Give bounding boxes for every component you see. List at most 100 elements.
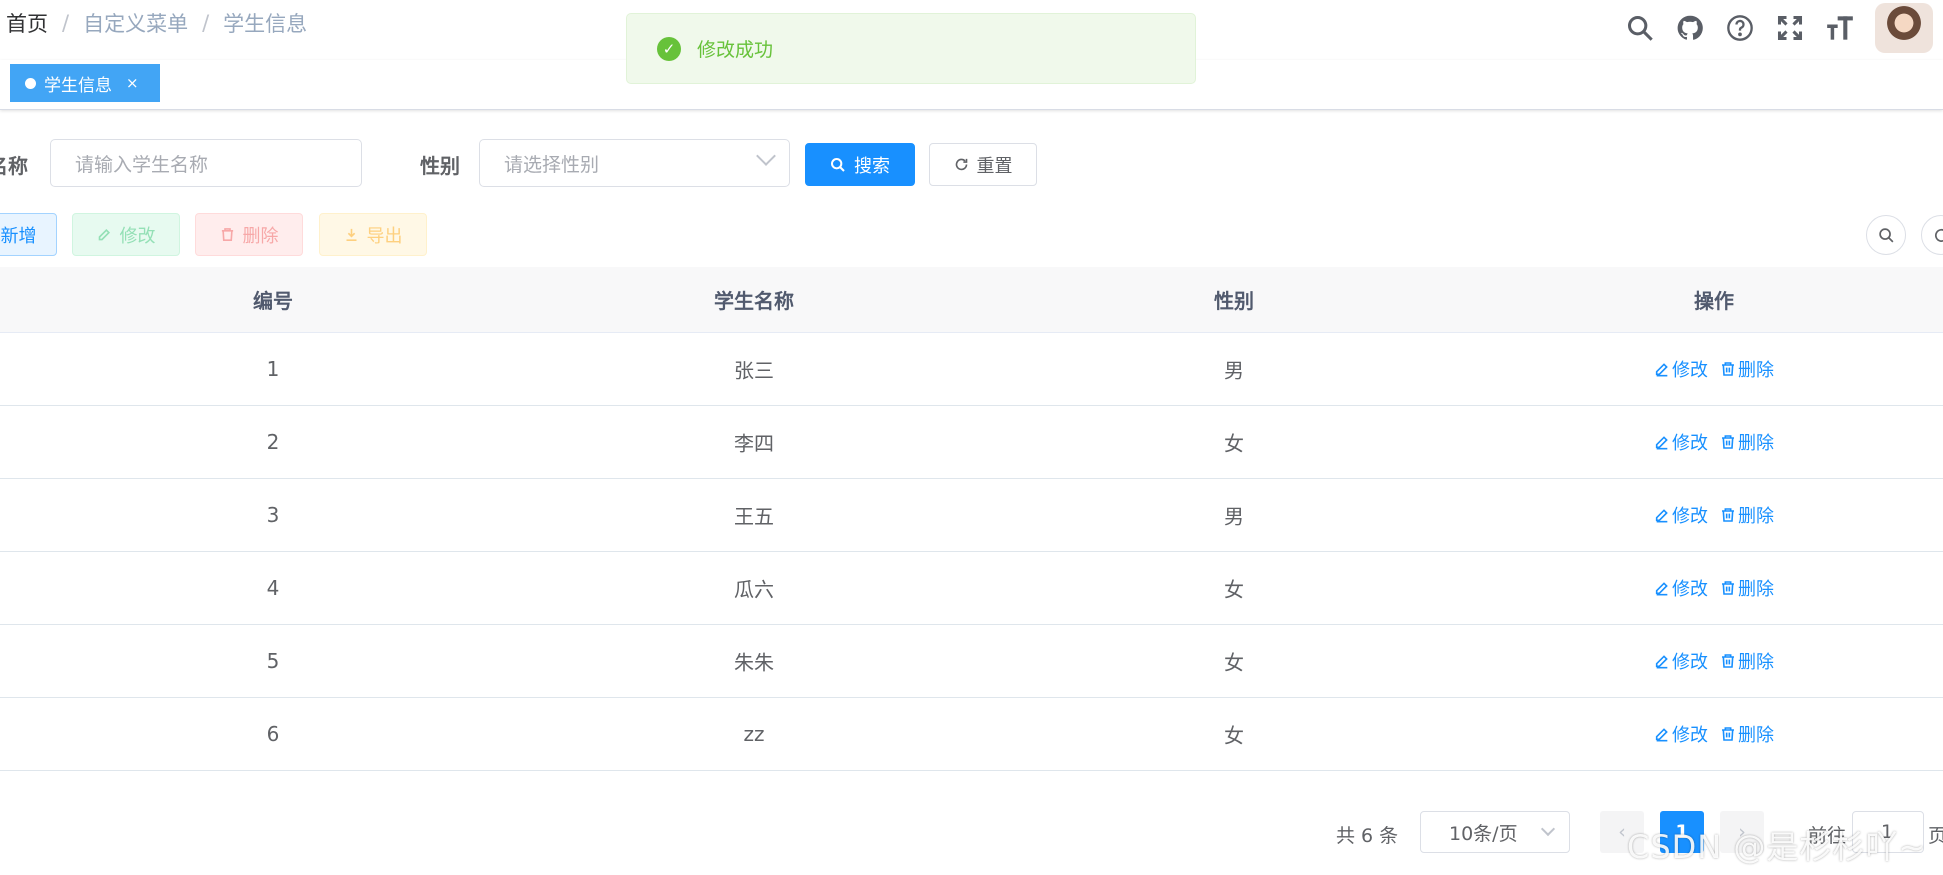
active-dot-icon <box>25 77 36 89</box>
row-delete-link[interactable]: 删除 <box>1720 721 1774 747</box>
cell-id: 5 <box>266 649 280 673</box>
cell-gender: 男 <box>1224 358 1244 383</box>
table-row: 1 张三 男 修改 删除 <box>0 333 1943 406</box>
row-delete-link[interactable]: 删除 <box>1720 356 1774 382</box>
name-placeholder: 请输入学生名称 <box>75 153 209 176</box>
cell-name: 王五 <box>734 504 774 529</box>
gender-select[interactable]: 请选择性别 <box>479 139 790 187</box>
cell-name: 张三 <box>734 358 774 383</box>
export-button[interactable]: 导出 <box>319 213 427 256</box>
row-delete-label: 删除 <box>1738 433 1774 454</box>
close-icon[interactable]: × <box>126 74 139 92</box>
column-header-actions: 操作 <box>1694 289 1734 313</box>
row-edit-label: 修改 <box>1672 433 1708 454</box>
search-icon <box>831 157 845 172</box>
row-edit-link[interactable]: 修改 <box>1654 356 1708 382</box>
cell-name: 瓜六 <box>734 577 774 602</box>
cell-id: 3 <box>266 503 280 527</box>
github-icon[interactable] <box>1676 14 1704 42</box>
row-edit-link[interactable]: 修改 <box>1654 429 1708 455</box>
refresh-icon <box>955 158 967 171</box>
breadcrumb-home[interactable]: 首页 <box>6 8 48 38</box>
breadcrumb-custom-menu: 自定义菜单 <box>83 12 189 36</box>
reset-button[interactable]: 重置 <box>929 143 1037 186</box>
delete-button-label: 删除 <box>242 225 279 247</box>
row-edit-link[interactable]: 修改 <box>1654 502 1708 528</box>
cell-actions: 修改 删除 <box>1648 721 1780 747</box>
trash-icon <box>1720 653 1738 669</box>
cell-actions: 修改 删除 <box>1648 502 1780 528</box>
column-header-id: 编号 <box>253 289 293 313</box>
font-size-icon[interactable] <box>1826 14 1854 42</box>
breadcrumb-student-info: 学生信息 <box>223 12 308 36</box>
edit-icon <box>1654 653 1672 669</box>
search-icon[interactable] <box>1626 14 1654 42</box>
search-button[interactable]: 搜索 <box>805 143 915 186</box>
row-edit-link[interactable]: 修改 <box>1654 721 1708 747</box>
refresh-icon <box>1934 228 1943 242</box>
row-delete-label: 删除 <box>1738 360 1774 381</box>
table-row: 6 zz 女 修改 删除 <box>0 698 1943 771</box>
row-delete-link[interactable]: 删除 <box>1720 648 1774 674</box>
edit-icon <box>1654 580 1672 596</box>
trash-icon <box>221 228 233 241</box>
cell-name: 李四 <box>734 431 774 456</box>
row-delete-label: 删除 <box>1738 506 1774 527</box>
question-icon[interactable] <box>1726 14 1754 42</box>
table-row: 4 瓜六 女 修改 删除 <box>0 552 1943 625</box>
row-edit-label: 修改 <box>1672 652 1708 673</box>
breadcrumb-separator: / <box>202 11 210 35</box>
page-size-value: 10条/页 <box>1449 822 1518 845</box>
row-edit-label: 修改 <box>1672 579 1708 600</box>
page-unit-label: 页 <box>1928 825 1943 847</box>
pagination-total: 共 6 条 <box>1336 825 1399 847</box>
table-body: 1 张三男修改 删除 2 李四女修改 删除 3 王五男修改 删除 4 瓜六女修改 删除 5 朱朱女修改 删除… <box>0 333 1943 771</box>
avatar[interactable] <box>1875 3 1933 53</box>
add-button-label: 新增 <box>0 225 37 247</box>
row-edit-link[interactable]: 修改 <box>1654 575 1708 601</box>
row-delete-link[interactable]: 删除 <box>1720 575 1774 601</box>
column-header-gender: 性别 <box>1214 289 1254 313</box>
edit-button[interactable]: 修改 <box>72 213 180 256</box>
name-label: 名称 <box>0 154 28 178</box>
table-row: 5 朱朱 女 修改 删除 <box>0 625 1943 698</box>
row-delete-label: 删除 <box>1738 725 1774 746</box>
cell-gender: 男 <box>1224 504 1244 529</box>
cell-gender: 女 <box>1224 431 1244 456</box>
add-button[interactable]: 新增 <box>0 213 57 256</box>
row-edit-link[interactable]: 修改 <box>1654 648 1708 674</box>
row-delete-label: 删除 <box>1738 579 1774 600</box>
name-search-input[interactable]: 请输入学生名称 <box>50 139 362 187</box>
search-icon <box>1878 227 1893 242</box>
check-circle-icon: ✓ <box>657 36 681 61</box>
reset-button-label: 重置 <box>976 155 1013 177</box>
search-button-label: 搜索 <box>854 155 890 177</box>
refresh-button[interactable] <box>1921 215 1943 255</box>
delete-button[interactable]: 删除 <box>195 213 303 256</box>
toggle-search-button[interactable] <box>1866 215 1906 255</box>
page-size-select[interactable]: 10条/页 <box>1420 811 1570 853</box>
fullscreen-icon[interactable] <box>1776 14 1804 42</box>
gender-label: 性别 <box>420 154 460 178</box>
tag-label: 学生信息 <box>44 75 112 96</box>
trash-icon <box>1720 361 1738 377</box>
row-delete-link[interactable]: 删除 <box>1720 502 1774 528</box>
download-icon <box>346 228 356 241</box>
tag-student-info[interactable]: 学生信息 × <box>10 64 160 102</box>
row-delete-link[interactable]: 删除 <box>1720 429 1774 455</box>
gender-placeholder: 请选择性别 <box>504 153 600 176</box>
breadcrumb-separator: / <box>62 11 70 35</box>
cell-actions: 修改 删除 <box>1648 575 1780 601</box>
table-row: 3 王五 男 修改 删除 <box>0 479 1943 552</box>
nav-icons <box>1615 0 1943 56</box>
row-delete-label: 删除 <box>1738 652 1774 673</box>
trash-icon <box>1720 434 1738 450</box>
student-table: 编号 学生名称 性别 操作 1 张三男修改 删除 2 李四女修改 删除 3 王五男修改 删除 4 瓜… <box>0 267 1943 771</box>
edit-icon <box>98 228 110 241</box>
chevron-left-icon: ‹ <box>1618 821 1626 843</box>
export-button-label: 导出 <box>366 225 403 247</box>
chevron-down-icon <box>1540 821 1556 837</box>
column-header-name: 学生名称 <box>714 289 794 313</box>
edit-icon <box>1654 507 1672 523</box>
breadcrumb: 首页 / 自定义菜单 / 学生信息 <box>6 8 307 38</box>
